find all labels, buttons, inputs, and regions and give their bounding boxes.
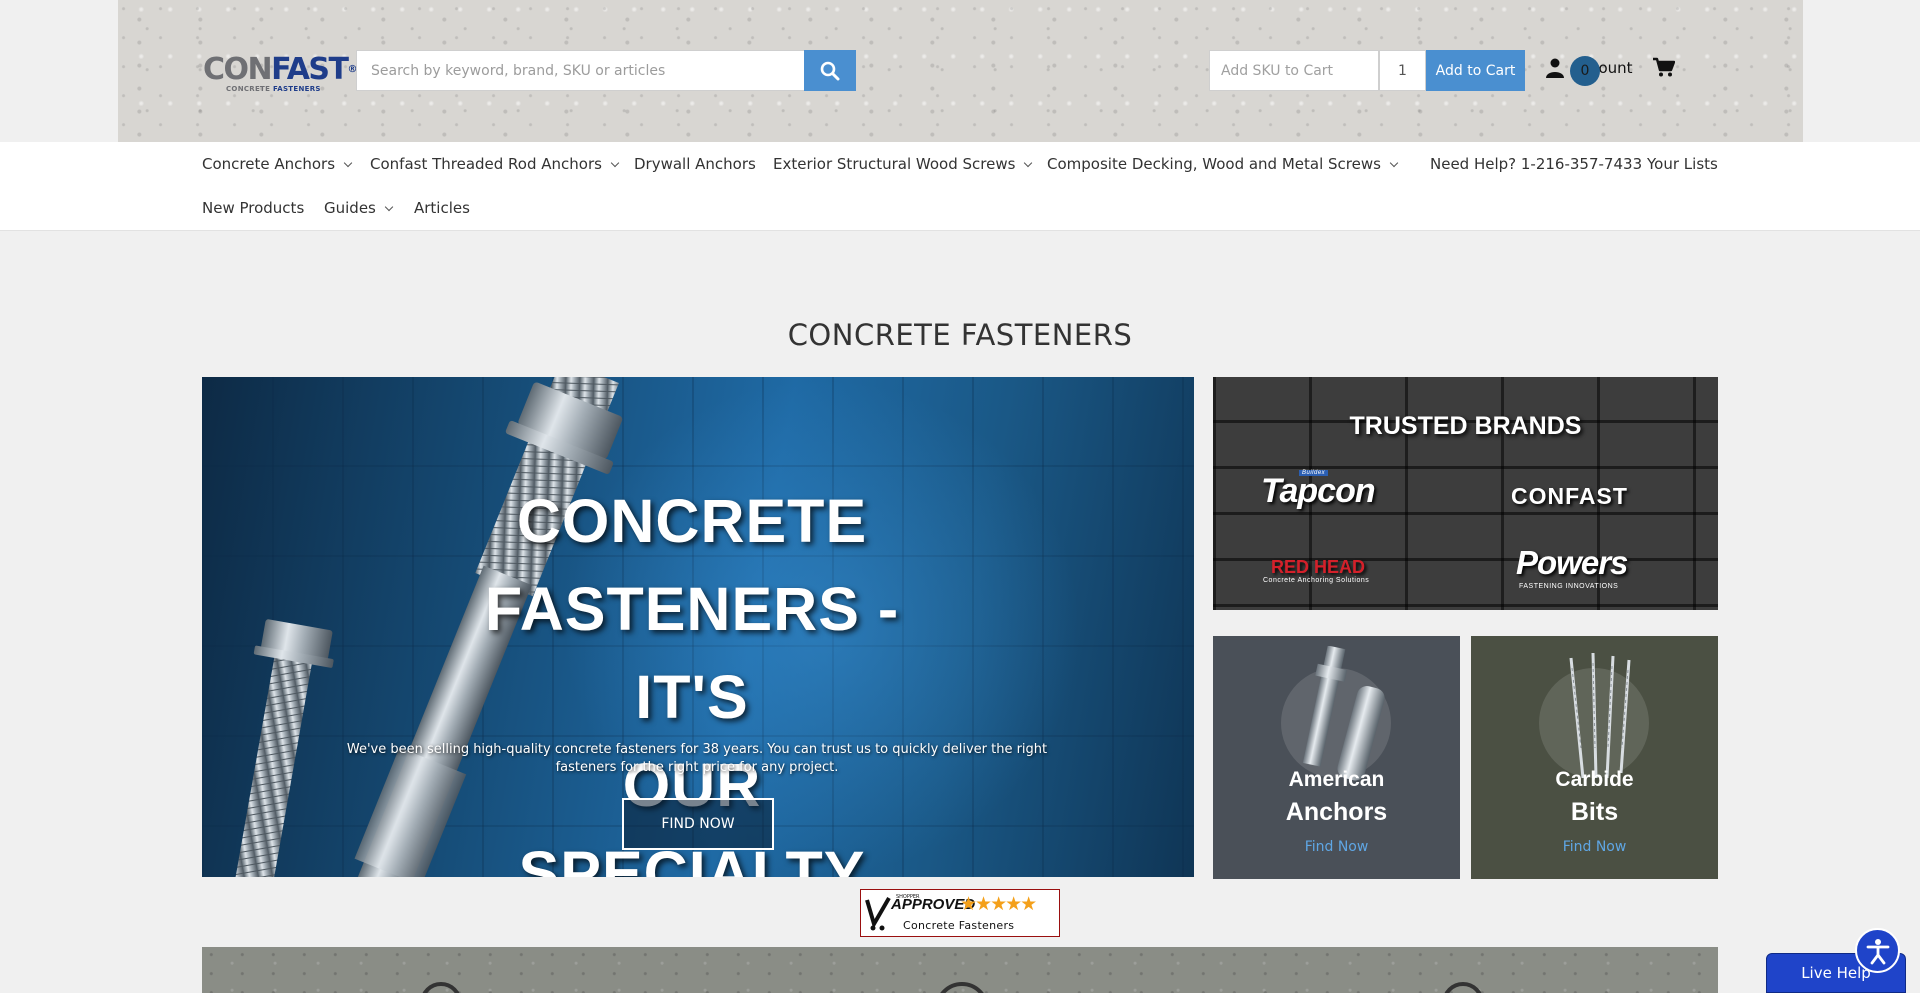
nav-label: Concrete Anchors <box>202 155 336 173</box>
logo-wordmark: CONFAST® <box>203 52 357 87</box>
accessibility-button[interactable] <box>1855 928 1900 973</box>
confast-logo[interactable]: CONFAST® CONCRETE FASTENERS <box>203 52 357 94</box>
feature-icon <box>1442 982 1484 993</box>
hero-banner: CONCRETE FASTENERS - IT'S OUR SPECIALTY … <box>202 377 1194 877</box>
nav-new-products[interactable]: New Products <box>202 199 304 217</box>
nav-concrete-anchors[interactable]: Concrete Anchors <box>202 155 353 173</box>
nav-label: Confast Threaded Rod Anchors <box>370 155 602 173</box>
nav-your-lists[interactable]: Your Lists <box>1647 155 1718 173</box>
chevron-down-icon <box>1389 158 1399 167</box>
confast-brand-logo: CONFAST <box>1511 483 1628 509</box>
checkmark-cart-icon <box>865 897 891 931</box>
nav-label: Exterior Structural Wood Screws <box>773 155 1016 173</box>
chevron-down-icon <box>610 158 620 167</box>
nav-need-help-phone[interactable]: Need Help? 1-216-357-7433 <box>1430 155 1642 173</box>
add-to-cart-button[interactable]: Add to Cart <box>1426 50 1525 91</box>
category-carbide-bits[interactable]: Carbide Bits Find Now <box>1471 636 1718 879</box>
chevron-down-icon <box>343 158 353 167</box>
hero-find-now-button[interactable]: FIND NOW <box>622 798 774 850</box>
feature-icon <box>420 982 462 993</box>
page-title: CONCRETE FASTENERS <box>787 318 1133 352</box>
tapcon-tagline: Buildex <box>1299 470 1329 476</box>
add-sku-input[interactable] <box>1209 50 1379 91</box>
rating-stars: ★★★★★ <box>960 893 1037 915</box>
category-title: Carbide Bits <box>1555 768 1634 826</box>
search-input[interactable] <box>356 50 805 91</box>
category-find-now-link[interactable]: Find Now <box>1213 839 1460 855</box>
quantity-input[interactable] <box>1379 50 1426 91</box>
category-title: American Anchors <box>1285 768 1388 826</box>
tapcon-logo: Tapcon <box>1261 472 1376 510</box>
chevron-down-icon <box>384 202 394 211</box>
nav-label: Composite Decking, Wood and Metal Screws <box>1047 155 1381 173</box>
search-button[interactable] <box>804 50 856 91</box>
trusted-brands-panel[interactable]: TRUSTED BRANDS Tapcon Buildex CONFAST RE… <box>1213 377 1718 610</box>
nav-label: Articles <box>414 199 470 217</box>
nav-label: Your Lists <box>1647 155 1718 173</box>
hero-description: We've been selling high-quality concrete… <box>346 742 1048 775</box>
features-section <box>202 947 1718 993</box>
category-find-now-link[interactable]: Find Now <box>1471 839 1718 855</box>
redhead-logo: RED HEAD <box>1271 557 1366 577</box>
nav-label: Guides <box>324 199 376 217</box>
shopper-store-name: Concrete Fasteners <box>903 919 1015 932</box>
accessibility-icon <box>1866 938 1889 964</box>
cart-link[interactable] <box>1653 57 1676 81</box>
redhead-tagline: Concrete Anchoring Solutions <box>1263 577 1370 584</box>
nav-guides[interactable]: Guides <box>324 199 394 217</box>
cart-icon <box>1653 57 1676 77</box>
user-icon <box>1546 58 1564 78</box>
nav-composite-decking-screws[interactable]: Composite Decking, Wood and Metal Screws <box>1047 155 1399 173</box>
cart-count-badge[interactable]: 0 <box>1570 56 1600 86</box>
trusted-brands-title: TRUSTED BRANDS <box>1349 412 1582 440</box>
nav-label: New Products <box>202 199 305 217</box>
category-american-anchors[interactable]: American Anchors Find Now <box>1213 636 1460 879</box>
nav-label: Need Help? 1-216-357-7433 <box>1430 155 1643 173</box>
shopper-approved-badge[interactable]: SHOPPER APPROVED ★★★★★ Concrete Fastener… <box>860 889 1060 937</box>
nav-articles[interactable]: Articles <box>414 199 470 217</box>
nav-drywall-anchors[interactable]: Drywall Anchors <box>634 155 756 173</box>
chevron-down-icon <box>1024 158 1033 167</box>
site-header: CONFAST® CONCRETE FASTENERS Add to Cart … <box>118 0 1803 142</box>
main-navigation: Concrete Anchors Confast Threaded Rod An… <box>0 142 1920 231</box>
powers-logo: Powers <box>1516 544 1628 581</box>
powers-tagline: FASTENING INNOVATIONS <box>1519 583 1619 590</box>
nav-label: Drywall Anchors <box>634 155 756 173</box>
search-icon <box>820 61 840 80</box>
nav-threaded-rod-anchors[interactable]: Confast Threaded Rod Anchors <box>370 155 620 173</box>
feature-icon <box>935 982 989 993</box>
nav-structural-wood-screws[interactable]: Exterior Structural Wood Screws <box>773 155 1033 173</box>
